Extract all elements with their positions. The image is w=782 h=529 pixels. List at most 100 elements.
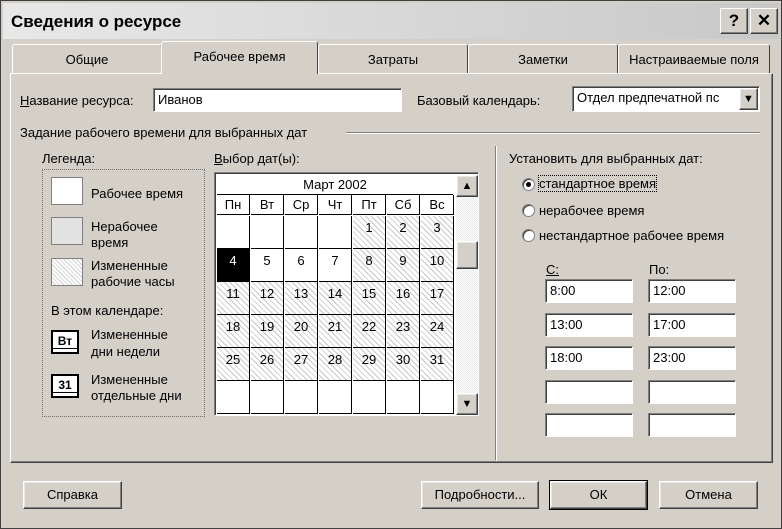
from-time-2[interactable]: 13:00: [545, 313, 633, 337]
calendar-day[interactable]: 6: [285, 249, 318, 282]
calendar-day[interactable]: 10: [421, 249, 454, 282]
calendar-weekday-header: Ср: [285, 195, 318, 215]
calendar-day[interactable]: 2: [387, 216, 420, 249]
calendar-weekday-header: Сб: [387, 195, 420, 215]
calendar-day[interactable]: 21: [319, 315, 352, 348]
resource-info-dialog: Сведения о ресурсе ? ✕ Общие Рабочее вре…: [0, 0, 782, 529]
calendar-empty-cell: [421, 381, 454, 414]
resource-name-input[interactable]: Иванов: [153, 88, 402, 112]
scroll-down-icon[interactable]: ▼: [456, 393, 478, 415]
calendar-day[interactable]: 31: [421, 348, 454, 381]
from-time-3[interactable]: 18:00: [545, 346, 633, 370]
calendar-empty-cell: [285, 381, 318, 414]
legend-working: Рабочее время: [91, 186, 184, 201]
from-time-1[interactable]: 8:00: [545, 279, 633, 303]
legend-day-2: отдельные дни: [91, 388, 182, 403]
help-button[interactable]: Справка: [23, 481, 122, 509]
scroll-thumb[interactable]: [456, 241, 478, 269]
to-time-5[interactable]: [648, 413, 736, 437]
calendar-day[interactable]: 4: [217, 249, 250, 282]
calendar-day[interactable]: 30: [387, 348, 420, 381]
radio-standard-time[interactable]: [522, 178, 535, 191]
help-icon[interactable]: ?: [720, 8, 748, 34]
settings-title: Установить для выбранных дат:: [509, 151, 703, 166]
calendar-day[interactable]: 23: [387, 315, 420, 348]
radio-nonworking-time[interactable]: [522, 204, 535, 217]
to-time-1[interactable]: 12:00: [648, 279, 736, 303]
calendar-day[interactable]: 3: [421, 216, 454, 249]
calendar-weekday-header: Вс: [421, 195, 454, 215]
legend-weekday-2: дни недели: [91, 344, 160, 359]
legend-day-1: Измененные: [91, 372, 168, 387]
calendar-empty-cell: [251, 216, 284, 249]
calendar-empty-cell: [387, 381, 420, 414]
tab-notes[interactable]: Заметки: [468, 44, 618, 73]
calendar-day[interactable]: 20: [285, 315, 318, 348]
changed-day-icon: 31: [51, 374, 79, 398]
calendar-empty-cell: [217, 381, 250, 414]
calendar-day[interactable]: 18: [217, 315, 250, 348]
from-time-5[interactable]: [545, 413, 633, 437]
radio-nonworking-label[interactable]: нерабочее время: [539, 203, 644, 218]
details-button[interactable]: Подробности...: [421, 481, 539, 509]
to-time-2[interactable]: 17:00: [648, 313, 736, 337]
calendar-day[interactable]: 12: [251, 282, 284, 315]
tab-general[interactable]: Общие: [12, 44, 162, 73]
calendar-day[interactable]: 8: [353, 249, 386, 282]
calendar-day[interactable]: 16: [387, 282, 420, 315]
calendar-day[interactable]: 22: [353, 315, 386, 348]
changed-hours-swatch: [51, 258, 83, 286]
calendar-day[interactable]: 26: [251, 348, 284, 381]
to-time-3[interactable]: 23:00: [648, 346, 736, 370]
chevron-down-icon[interactable]: ▼: [739, 88, 758, 110]
calendar-day[interactable]: 9: [387, 249, 420, 282]
calendar-day[interactable]: 7: [319, 249, 352, 282]
calendar-day[interactable]: 29: [353, 348, 386, 381]
calendar-day[interactable]: 15: [353, 282, 386, 315]
calendar-grid[interactable]: Март 2002 Пн Вт Ср Чт Пт Сб Вс 1 2 3 4 5 6 7 8 9 10 11 12 1…: [217, 175, 454, 415]
calendar-day[interactable]: 19: [251, 315, 284, 348]
tab-custom-fields[interactable]: Настраиваемые поля: [618, 44, 770, 73]
calendar-day[interactable]: 17: [421, 282, 454, 315]
calendar-day[interactable]: 13: [285, 282, 318, 315]
calendar-day[interactable]: 24: [421, 315, 454, 348]
radio-nonstandard-label[interactable]: нестандартное рабочее время: [539, 228, 724, 243]
legend-weekday-1: Измененные: [91, 327, 168, 342]
calendar-day[interactable]: 14: [319, 282, 352, 315]
legend-in-calendar: В этом календаре:: [51, 303, 164, 318]
window-title: Сведения о ресурсе: [11, 12, 182, 31]
base-calendar-select[interactable]: Отдел предпечатной пс: [572, 86, 760, 112]
calendar-label-rest: ыбор дат(ы):: [222, 151, 300, 166]
calendar-day[interactable]: 5: [251, 249, 284, 282]
resource-name-label-rest: азвание ресурса:: [29, 93, 134, 108]
tab-working-time[interactable]: Рабочее время: [161, 41, 318, 74]
close-icon[interactable]: ✕: [750, 8, 778, 34]
calendar-empty-cell: [319, 381, 352, 414]
calendar-day[interactable]: 11: [217, 282, 250, 315]
group-title: Задание рабочего времени для выбранных д…: [20, 125, 308, 140]
calendar-empty-cell: [251, 381, 284, 414]
legend-nonworking-2: время: [91, 235, 129, 250]
radio-nonstandard-time[interactable]: [522, 229, 535, 242]
calendar-scrollbar[interactable]: ▲ ▼: [456, 175, 478, 415]
legend-title: Легенда:: [42, 151, 96, 166]
calendar-empty-cell: [285, 216, 318, 249]
calendar-empty-cell: [319, 216, 352, 249]
calendar-day[interactable]: 27: [285, 348, 318, 381]
calendar-day[interactable]: 25: [217, 348, 250, 381]
calendar-label: Выбор дат(ы):: [214, 151, 300, 166]
calendar-day[interactable]: 1: [353, 216, 386, 249]
scroll-up-icon[interactable]: ▲: [456, 175, 478, 197]
calendar-day[interactable]: 28: [319, 348, 352, 381]
ok-button[interactable]: ОК: [549, 480, 648, 510]
group-divider: [346, 132, 760, 134]
from-time-4[interactable]: [545, 380, 633, 404]
working-time-swatch: [51, 177, 83, 205]
date-calendar[interactable]: Март 2002 Пн Вт Ср Чт Пт Сб Вс 1 2 3 4 5 6 7 8 9 10 11 12 1…: [214, 172, 479, 416]
to-time-4[interactable]: [648, 380, 736, 404]
cancel-button[interactable]: Отмена: [659, 481, 758, 509]
nonworking-time-swatch: [51, 217, 83, 245]
tab-costs[interactable]: Затраты: [318, 44, 468, 73]
radio-standard-label[interactable]: стандартное время: [537, 175, 658, 192]
calendar-weekday-header: Вт: [251, 195, 284, 215]
